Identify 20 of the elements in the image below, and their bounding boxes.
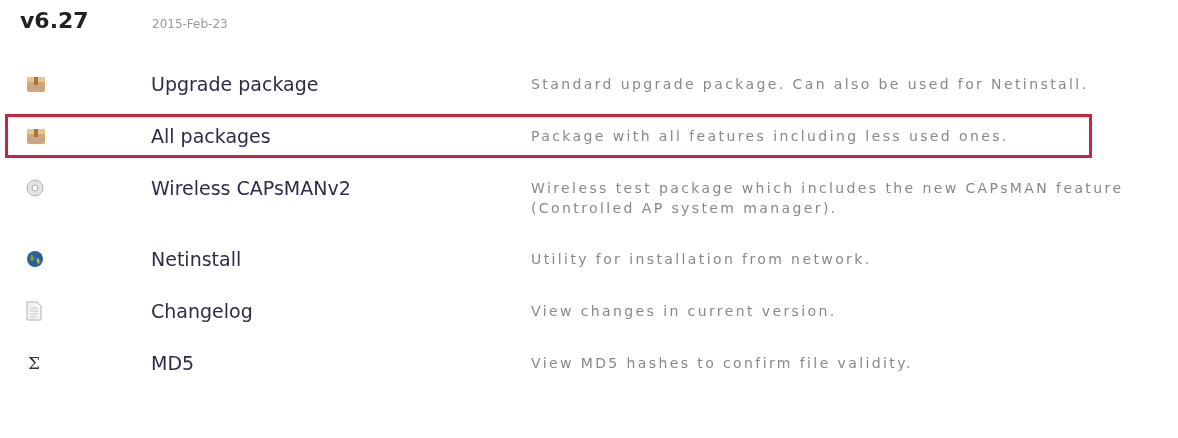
download-description: Package with all features including less used ones. — [531, 127, 1010, 146]
download-description: Utility for installation from network. — [531, 250, 873, 269]
disc-icon — [26, 179, 44, 197]
download-link[interactable]: Changelog — [151, 300, 531, 322]
release-date: 2015-Feb-23 — [152, 17, 228, 31]
download-link[interactable]: Wireless CAPsMANv2 — [151, 177, 531, 199]
download-description: Standard upgrade package. Can also be used for Netinstall. — [531, 75, 1090, 94]
download-description: View MD5 hashes to confirm file validity. — [531, 354, 914, 373]
download-link[interactable]: Upgrade package — [151, 73, 531, 95]
version-title: v6.27 — [20, 8, 90, 33]
document-icon — [26, 301, 42, 321]
box-icon — [26, 74, 46, 94]
box-icon — [26, 126, 46, 146]
download-link[interactable]: Netinstall — [151, 248, 531, 270]
download-link[interactable]: All packages — [151, 125, 531, 147]
sigma-icon: Σ — [26, 353, 41, 373]
download-description: Wireless test package which includes the new CAPsMAN feature (Controlled AP system manager). — [531, 179, 1125, 218]
download-description: View changes in current version. — [531, 302, 838, 321]
download-link[interactable]: MD5 — [151, 352, 531, 374]
globe-icon — [26, 250, 44, 268]
